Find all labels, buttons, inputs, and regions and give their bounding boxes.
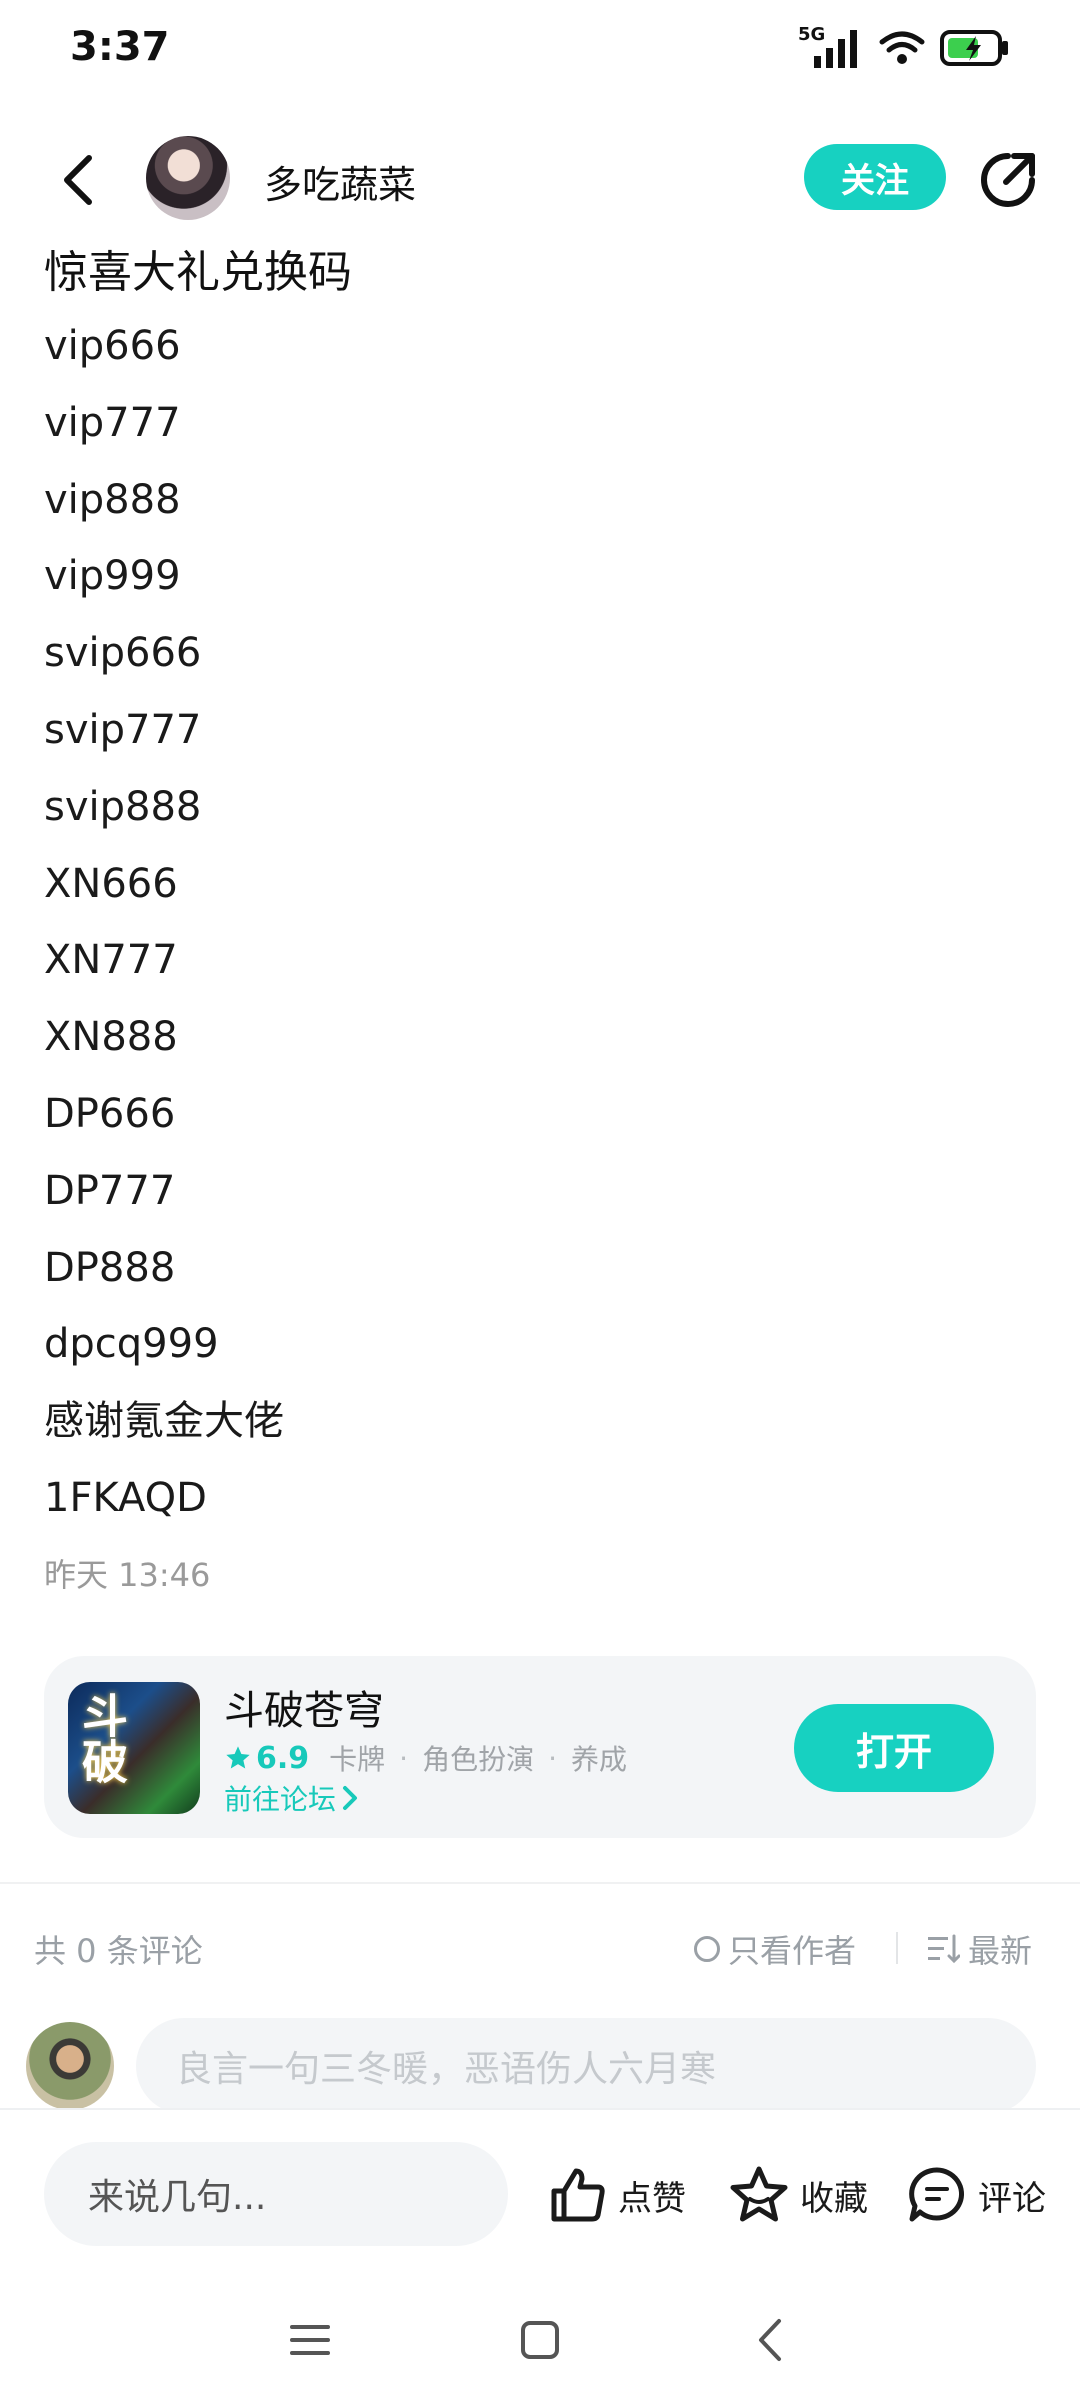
favorite-label: 收藏 xyxy=(800,2178,868,2219)
forum-link-label: 前往论坛 xyxy=(224,1783,337,1816)
author-avatar[interactable] xyxy=(146,136,230,220)
post-line: XN888 xyxy=(44,1014,178,1061)
status-bar: 3:37 5G xyxy=(0,0,1080,100)
post-title: 惊喜大礼兑换码 xyxy=(44,247,352,298)
nav-back-icon xyxy=(759,2319,781,2361)
post-line: vip777 xyxy=(44,399,181,446)
post-line: XN777 xyxy=(44,937,178,984)
comment-button[interactable]: 评论 xyxy=(906,2150,1046,2240)
star-icon xyxy=(226,1746,250,1769)
game-rating: 6.9 xyxy=(256,1740,310,1776)
sort-latest-label: 最新 xyxy=(968,1932,1033,1970)
author-only-toggle[interactable]: 只看作者 xyxy=(694,1926,856,1972)
game-icon-text: 斗破 xyxy=(75,1692,129,1784)
open-game-button[interactable]: 打开 xyxy=(794,1704,994,1792)
post-line: vip888 xyxy=(44,476,181,523)
tag-separator: · xyxy=(548,1741,557,1775)
comment-label: 评论 xyxy=(978,2178,1046,2219)
star-outline-icon xyxy=(730,2166,788,2222)
post-line: dpcq999 xyxy=(44,1321,219,1368)
bottom-action-bar: 来说几句... 点赞 收藏 评论 xyxy=(0,2108,1080,2272)
chevron-right-icon xyxy=(343,1786,358,1810)
post-line: vip999 xyxy=(44,553,181,600)
radio-circle-icon xyxy=(694,1936,720,1962)
back-button[interactable] xyxy=(48,148,108,212)
post-line: svip666 xyxy=(44,630,202,677)
thumbs-up-icon xyxy=(551,2168,605,2222)
author-only-label: 只看作者 xyxy=(728,1932,857,1970)
post-header: 多吃蔬菜 关注 xyxy=(0,130,1080,230)
post-line: DP888 xyxy=(44,1244,176,1291)
nav-back-button[interactable] xyxy=(740,2310,800,2370)
sort-latest-button[interactable]: 最新 xyxy=(928,1926,1032,1972)
forum-link[interactable]: 前往论坛 xyxy=(224,1778,358,1818)
battery-icon xyxy=(940,30,1008,66)
like-label: 点赞 xyxy=(618,2178,686,2219)
section-divider xyxy=(0,1882,1080,1884)
wifi-icon xyxy=(879,31,925,64)
quick-reply-input[interactable]: 来说几句... xyxy=(44,2142,508,2246)
back-arrow-icon xyxy=(64,155,92,205)
post-line: svip777 xyxy=(44,706,202,753)
post-line: 感谢氪金大佬 xyxy=(44,1398,284,1445)
post-content: 惊喜大礼兑换码 vip666 vip777 vip888 vip999 svip… xyxy=(44,238,1034,1605)
like-button[interactable]: 点赞 xyxy=(548,2150,686,2240)
user-avatar[interactable] xyxy=(26,2022,114,2110)
sort-icon xyxy=(928,1934,960,1964)
post-timestamp: 昨天 13:46 xyxy=(44,1555,211,1594)
nav-menu-button[interactable] xyxy=(280,2310,340,2370)
share-button[interactable] xyxy=(978,150,1038,210)
favorite-button[interactable]: 收藏 xyxy=(728,2150,868,2240)
game-tag: 卡牌 xyxy=(329,1743,386,1776)
menu-icon xyxy=(290,2325,330,2355)
status-icons: 5G xyxy=(798,24,1010,70)
author-name[interactable]: 多吃蔬菜 xyxy=(264,154,416,209)
share-icon xyxy=(981,153,1035,207)
comment-icon xyxy=(909,2167,964,2222)
game-card[interactable]: 斗破 斗破苍穹 6.9 卡牌 · 角色扮演 · 养成 前往论坛 打开 xyxy=(44,1656,1036,1838)
follow-button[interactable]: 关注 xyxy=(804,144,946,210)
post-line: vip666 xyxy=(44,323,181,369)
tag-separator: · xyxy=(399,1741,409,1775)
post-line: svip888 xyxy=(44,783,202,830)
home-square-icon xyxy=(521,2321,559,2359)
game-name[interactable]: 斗破苍穹 xyxy=(224,1678,384,1736)
filter-separator xyxy=(896,1932,898,1964)
game-tag: 养成 xyxy=(571,1743,628,1776)
game-tag: 角色扮演 xyxy=(422,1743,535,1776)
post-line: DP666 xyxy=(44,1090,176,1137)
post-detail-screen: 3:37 5G 多吃蔬菜 关注 惊喜大礼兑换码 vip666 vip777 vi… xyxy=(0,0,1080,2400)
comments-count: 共 0 条评论 xyxy=(34,1932,203,1970)
signal-icon: 5G xyxy=(798,24,864,70)
post-line: DP777 xyxy=(44,1167,176,1214)
game-icon[interactable]: 斗破 xyxy=(68,1682,200,1814)
nav-home-button[interactable] xyxy=(510,2310,570,2370)
status-time: 3:37 xyxy=(70,24,170,70)
system-nav-bar xyxy=(0,2280,1080,2400)
comment-input[interactable]: 良言一句三冬暖，恶语伤人六月寒 xyxy=(136,2018,1036,2114)
post-line: 1FKAQD xyxy=(44,1474,207,1521)
game-meta: 6.9 卡牌 · 角色扮演 · 养成 xyxy=(224,1738,627,1778)
post-line: XN666 xyxy=(44,860,178,907)
